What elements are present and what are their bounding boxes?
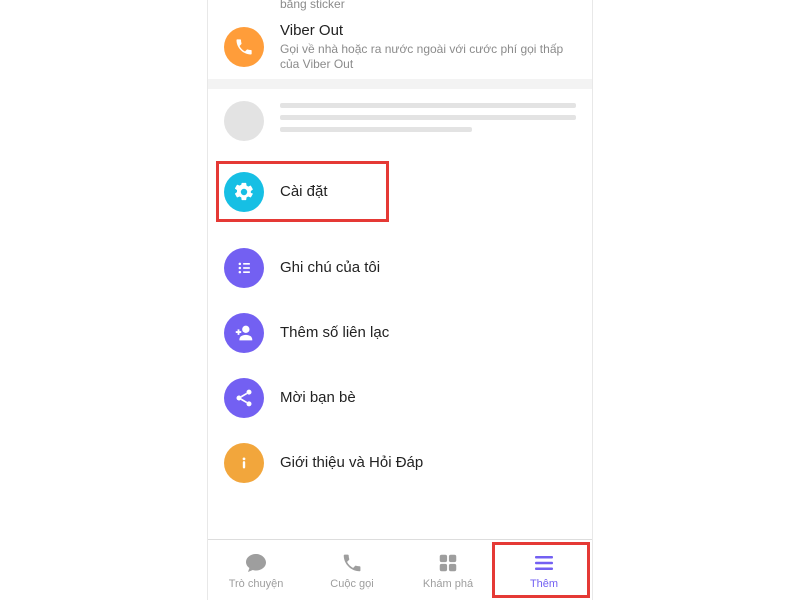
add-contact-label: Thêm số liên lạc xyxy=(280,324,576,342)
nav-calls[interactable]: Cuộc gọi xyxy=(304,540,400,600)
notes-icon xyxy=(224,248,264,288)
nav-chats-label: Trò chuyện xyxy=(229,578,284,590)
nav-more[interactable]: Thêm xyxy=(496,540,592,600)
hamburger-icon xyxy=(531,550,557,576)
add-contact-item[interactable]: Thêm số liên lạc xyxy=(224,313,576,353)
sticker-market-subtitle-fragment: bằng sticker xyxy=(280,0,345,11)
nav-explore[interactable]: Khám phá xyxy=(400,540,496,600)
settings-label: Cài đặt xyxy=(280,183,387,201)
placeholder-line xyxy=(280,127,472,132)
nav-calls-label: Cuộc gọi xyxy=(330,578,373,590)
my-notes-label: Ghi chú của tôi xyxy=(280,259,576,277)
nav-more-label: Thêm xyxy=(530,578,558,590)
phone-screen: bằng sticker Viber Out Gọi về nhà hoặc r… xyxy=(208,0,592,600)
gear-icon xyxy=(224,172,264,212)
nav-explore-label: Khám phá xyxy=(423,578,473,590)
viber-out-subtitle: Gọi về nhà hoặc ra nước ngoài với cước p… xyxy=(280,42,576,72)
add-contact-icon xyxy=(224,313,264,353)
call-icon xyxy=(339,550,365,576)
viber-out-title: Viber Out xyxy=(280,22,576,40)
section-divider xyxy=(208,79,592,89)
about-item[interactable]: Giới thiệu và Hỏi Đáp xyxy=(224,443,576,483)
chat-icon xyxy=(243,550,269,576)
about-label: Giới thiệu và Hỏi Đáp xyxy=(280,454,576,472)
viber-out-item[interactable]: Viber Out Gọi về nhà hoặc ra nước ngoài … xyxy=(224,22,576,72)
invite-item[interactable]: Mời bạn bè xyxy=(224,378,576,418)
invite-label: Mời bạn bè xyxy=(280,389,576,407)
my-notes-item[interactable]: Ghi chú của tôi xyxy=(224,248,576,288)
profile-placeholder-row[interactable] xyxy=(224,101,576,141)
bottom-nav: Trò chuyện Cuộc gọi Khám phá Thêm xyxy=(208,539,592,600)
more-content-scroll: bằng sticker Viber Out Gọi về nhà hoặc r… xyxy=(208,0,592,540)
share-icon xyxy=(224,378,264,418)
nav-chats[interactable]: Trò chuyện xyxy=(208,540,304,600)
placeholder-line xyxy=(280,103,576,108)
explore-icon xyxy=(435,550,461,576)
phone-icon xyxy=(224,27,264,67)
avatar-placeholder xyxy=(224,101,264,141)
settings-item-highlight-box[interactable]: Cài đặt xyxy=(218,163,387,220)
info-icon xyxy=(224,443,264,483)
placeholder-line xyxy=(280,115,576,120)
